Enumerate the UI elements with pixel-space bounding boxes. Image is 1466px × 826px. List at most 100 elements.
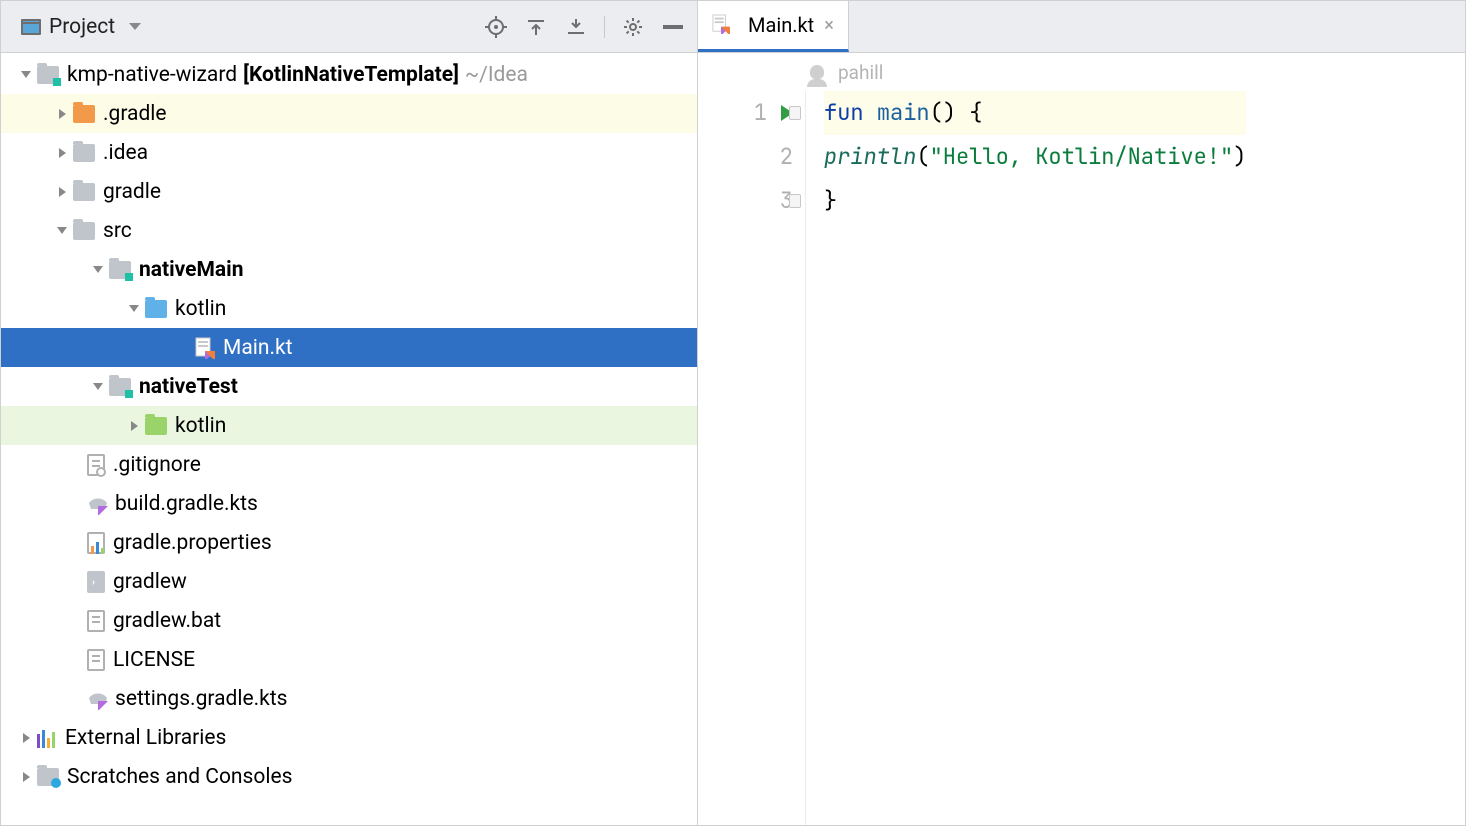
close-icon[interactable]: × xyxy=(824,15,834,36)
code-line[interactable]: println("Hello, Kotlin/Native!") xyxy=(824,135,1246,179)
tree-item-label: src xyxy=(103,219,132,243)
module-icon xyxy=(109,261,131,279)
shell-file-icon: › xyxy=(87,571,105,593)
root-module: [KotlinNativeTemplate] xyxy=(243,63,459,87)
tree-item-label: settings.gradle.kts xyxy=(115,687,287,711)
kotlin-file-icon xyxy=(195,337,215,359)
libraries-icon xyxy=(37,728,57,748)
tree-item-label: LICENSE xyxy=(113,648,195,672)
project-view-icon xyxy=(21,19,41,35)
tree-item-gradlew-bat[interactable]: gradlew.bat xyxy=(1,601,697,640)
fold-icon[interactable] xyxy=(789,194,801,208)
author-annotation: pahill xyxy=(698,53,1465,91)
editor-tab-bar: Main.kt × xyxy=(698,1,1465,53)
root-name: kmp-native-wizard xyxy=(67,63,237,87)
tree-item-main-kt[interactable]: Main.kt xyxy=(1,328,697,367)
fold-icon[interactable] xyxy=(789,106,801,120)
arrow-right-icon xyxy=(59,148,66,158)
gradle-kts-icon xyxy=(87,688,107,710)
tree-item-label: Main.kt xyxy=(223,336,293,360)
tree-item-nativeMain[interactable]: nativeMain xyxy=(1,250,697,289)
expand-all-icon[interactable] xyxy=(524,15,548,39)
tree-item-src[interactable]: src xyxy=(1,211,697,250)
tree-item-label: gradlew.bat xyxy=(113,609,221,633)
tree-item-gradle-dot[interactable]: .gradle xyxy=(1,94,697,133)
folder-icon xyxy=(73,144,95,162)
code-line[interactable]: fun main() { xyxy=(824,91,1246,135)
tree-item-scratches[interactable]: Scratches and Consoles xyxy=(1,757,697,796)
tree-root[interactable]: kmp-native-wizard [KotlinNativeTemplate]… xyxy=(1,55,697,94)
editor-tab-label: Main.kt xyxy=(748,13,814,37)
tree-item-label: gradle xyxy=(103,180,161,204)
tree-item-label: nativeMain xyxy=(139,258,243,282)
file-icon xyxy=(87,454,105,476)
arrow-down-icon xyxy=(57,227,67,234)
tree-item-label: .gitignore xyxy=(113,453,201,477)
gradle-kts-icon xyxy=(87,493,107,515)
tree-item-label: build.gradle.kts xyxy=(115,492,258,516)
tree-item-gitignore[interactable]: .gitignore xyxy=(1,445,697,484)
tree-item-build-gradle[interactable]: build.gradle.kts xyxy=(1,484,697,523)
tree-item-settings-gradle[interactable]: settings.gradle.kts xyxy=(1,679,697,718)
project-panel: Project kmp-native- xyxy=(1,1,698,825)
tree-item-label: .idea xyxy=(103,141,148,165)
project-tree[interactable]: kmp-native-wizard [KotlinNativeTemplate]… xyxy=(1,53,697,825)
kotlin-file-icon xyxy=(712,14,732,36)
arrow-down-icon xyxy=(93,383,103,390)
file-icon xyxy=(87,649,105,671)
root-path: ~/Idea xyxy=(465,63,528,87)
properties-file-icon xyxy=(87,532,105,554)
scratches-icon xyxy=(37,768,59,786)
collapse-all-icon[interactable] xyxy=(564,15,588,39)
arrow-right-icon xyxy=(23,772,30,782)
tree-item-nativeTest[interactable]: nativeTest xyxy=(1,367,697,406)
folder-icon xyxy=(73,183,95,201)
arrow-right-icon xyxy=(59,109,66,119)
arrow-down-icon xyxy=(129,305,139,312)
code-lines[interactable]: fun main() { println("Hello, Kotlin/Nati… xyxy=(806,91,1246,825)
code-line[interactable]: } xyxy=(824,179,1246,223)
project-view-label: Project xyxy=(49,15,115,39)
locate-icon[interactable] xyxy=(484,15,508,39)
file-icon xyxy=(87,610,105,632)
editor-tab-main-kt[interactable]: Main.kt × xyxy=(698,1,849,52)
tree-item-label: nativeTest xyxy=(139,375,238,399)
module-icon xyxy=(37,66,59,84)
source-folder-icon xyxy=(145,300,167,318)
tree-item-gradlew[interactable]: › gradlew xyxy=(1,562,697,601)
line-number: 1 xyxy=(754,91,767,135)
code-editor[interactable]: 1 2 3 fun main() { println("Hello, Kotli… xyxy=(698,91,1465,825)
chevron-down-icon xyxy=(129,23,141,30)
tree-item-license[interactable]: LICENSE xyxy=(1,640,697,679)
tree-item-idea[interactable]: .idea xyxy=(1,133,697,172)
tree-item-label: .gradle xyxy=(103,102,167,126)
tree-item-label: kotlin xyxy=(175,297,226,321)
tree-item-gradle[interactable]: gradle xyxy=(1,172,697,211)
settings-icon[interactable] xyxy=(621,15,645,39)
project-panel-header: Project xyxy=(1,1,697,53)
tree-item-label: External Libraries xyxy=(65,726,226,750)
tree-item-kotlin-test[interactable]: kotlin xyxy=(1,406,697,445)
author-name: pahill xyxy=(838,61,883,84)
tree-item-gradle-props[interactable]: gradle.properties xyxy=(1,523,697,562)
project-panel-toolbar xyxy=(484,15,685,39)
project-view-selector[interactable]: Project xyxy=(13,11,149,43)
module-icon xyxy=(109,378,131,396)
arrow-down-icon xyxy=(21,71,31,78)
folder-icon xyxy=(73,222,95,240)
arrow-right-icon xyxy=(59,187,66,197)
tree-item-kotlin-main[interactable]: kotlin xyxy=(1,289,697,328)
tree-item-label: gradlew xyxy=(113,570,187,594)
tree-item-label: kotlin xyxy=(175,414,226,438)
test-folder-icon xyxy=(145,417,167,435)
editor-gutter[interactable]: 1 2 3 xyxy=(698,91,806,825)
hide-panel-icon[interactable] xyxy=(661,15,685,39)
folder-icon xyxy=(73,105,95,123)
tree-item-label: gradle.properties xyxy=(113,531,272,555)
arrow-right-icon xyxy=(131,421,138,431)
tree-item-external-libs[interactable]: External Libraries xyxy=(1,718,697,757)
arrow-down-icon xyxy=(93,266,103,273)
line-number: 2 xyxy=(780,135,793,179)
tree-item-label: Scratches and Consoles xyxy=(67,765,292,789)
author-icon xyxy=(810,65,824,79)
